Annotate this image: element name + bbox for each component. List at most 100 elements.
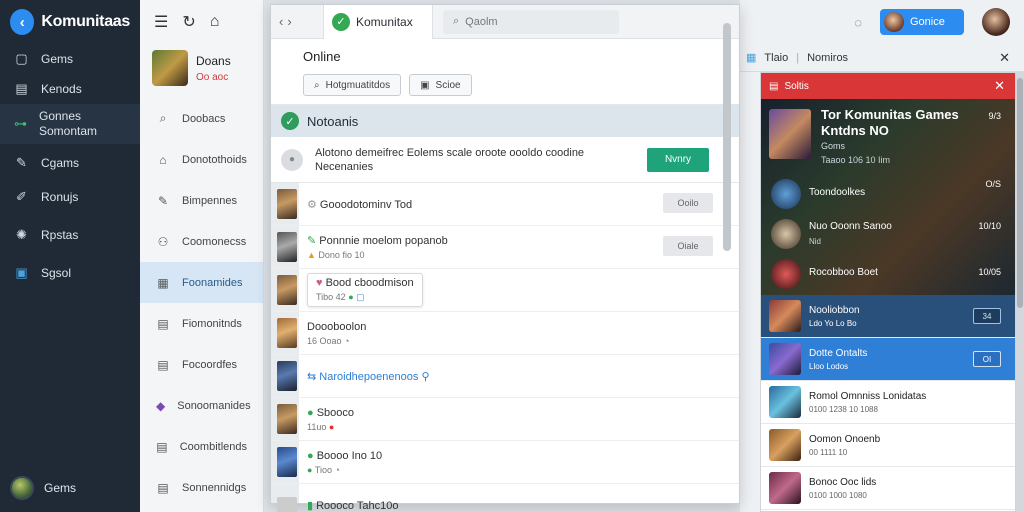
edit-icon: ✐	[16, 189, 27, 204]
secondary-filter-button[interactable]: ▣ Scioe	[409, 74, 472, 96]
forward-icon[interactable]: ›	[287, 14, 291, 29]
feed-title: Bood cboodmison	[325, 277, 414, 289]
feed-item[interactable]: ▮ Roooco Tahc10o	[271, 484, 739, 512]
leaf-icon: ✎	[307, 235, 320, 247]
feed-item[interactable]: Doooboolon 16 Ooao ◔	[271, 312, 739, 355]
feed-title: Sbooco	[316, 406, 355, 419]
feed-item[interactable]: ● Boooo Ino 10 ● Tioo ◔	[271, 441, 739, 484]
doc-icon: ▤	[157, 480, 169, 495]
heart-icon: ♥	[316, 277, 326, 289]
settings-icon[interactable]: ◌	[854, 15, 862, 30]
search-input[interactable]: ⌕ Qaolm	[443, 9, 619, 34]
list-item[interactable]: ⌂ Donotothoids	[140, 139, 263, 180]
alert-action-button[interactable]: Nvnry	[647, 147, 709, 172]
game-list-item[interactable]: Nooliobbon Ldo Yo Lo Bo 34	[761, 295, 1015, 338]
search-placeholder: Qaolm	[465, 15, 498, 28]
profile-name: Doans	[196, 54, 231, 68]
game-action-button[interactable]: OI	[973, 351, 1001, 367]
list-icon: ▤	[769, 80, 779, 92]
game-panel: ▤ Soltis ✕ Tor Komunitas Games Kntdns NO…	[760, 72, 1016, 512]
feed-scrollbar[interactable]	[723, 23, 731, 251]
list-item[interactable]: ▤ Coombitlends	[140, 426, 263, 467]
search-icon: ⌕	[314, 79, 320, 91]
game-meta: Lloo Lodos	[809, 361, 849, 371]
game-action-button[interactable]: 34	[973, 308, 1001, 324]
close-icon[interactable]: ✕	[999, 50, 1010, 66]
feed-item[interactable]: ✎ Ponnnie moelom popanob ▲ Dono fio 10 Oi…	[271, 226, 739, 269]
list-item[interactable]: ▤ Sonnennidgs	[140, 467, 263, 508]
sidebar-item-label: Rpstas	[41, 228, 79, 242]
game-icon	[769, 429, 801, 461]
sidebar-item-rpstas[interactable]: ✺ Rpstas	[0, 220, 140, 250]
sidebar-item-games[interactable]: ⊶ Gonnes Somontam	[0, 104, 140, 144]
primary-filter-button[interactable]: ⌕ Hotgmuatitdos	[303, 74, 402, 96]
gear-icon: ⚙	[307, 198, 320, 211]
banner-row-num: O/S	[985, 179, 1001, 189]
list-item[interactable]: ▤ Fiomonitnds	[140, 303, 263, 344]
history-nav: ‹ ›	[271, 14, 323, 29]
feed-thumbnail	[277, 318, 297, 348]
notices-header[interactable]: ✓ Notoanis	[271, 105, 739, 137]
bar-left-label[interactable]: Tlaio	[764, 52, 788, 64]
feed-title: Gooodotominv Tod	[319, 198, 413, 211]
profile-status: Oo aoc	[196, 72, 229, 83]
back-icon[interactable]: ‹	[279, 14, 283, 29]
clock-icon: ◔	[334, 464, 340, 475]
sidebar-item-sgsol[interactable]: ▣ Sgsol	[0, 258, 140, 288]
tab-komunitax[interactable]: ✓ Komunitax	[323, 4, 433, 39]
sidebar-footer[interactable]: Gems	[10, 476, 76, 500]
feed-meta: Tioo	[314, 464, 332, 475]
list-item[interactable]: ▤ Focoordfes	[140, 344, 263, 385]
banner-row-num: 10/10	[978, 221, 1001, 231]
list-item[interactable]: ⚇ Coomonecss	[140, 221, 263, 262]
close-icon[interactable]: ✕	[994, 78, 1005, 94]
list-item[interactable]: ✎ Bimpennes	[140, 180, 263, 221]
sidebar-item-gems[interactable]: ▢ Gems	[0, 44, 140, 74]
game-list-item[interactable]: Bonoc Ooc lids 0100 1000 1080	[761, 467, 1015, 510]
status-dot-icon: ▮	[307, 499, 317, 512]
feed-action-button[interactable]: Ooilo	[663, 193, 713, 213]
game-list-item[interactable]: Romol Omnniss Lonidatas 0100 1238 10 1088	[761, 381, 1015, 424]
refresh-icon[interactable]: ↻	[182, 12, 195, 32]
sidebar-item-kenods[interactable]: ▤ Kenods	[0, 74, 140, 104]
game-name: Romol Omnniss Lonidatas	[809, 390, 927, 402]
feed-meta: Dono fio 10	[318, 250, 365, 260]
feed-item[interactable]: ⇆ Naroidhepoenenoos ⚲	[271, 355, 739, 398]
profile-avatar[interactable]	[982, 8, 1010, 36]
profile-card[interactable]: Doans Oo aoc	[140, 44, 263, 98]
feed-link[interactable]: Naroidhepoenenoos	[319, 371, 418, 383]
community-panel: ‹ › ✓ Komunitax ⌕ Qaolm Online ⌕ Hotgmua…	[270, 4, 740, 512]
folder-icon[interactable]: ⌂	[210, 13, 220, 31]
scrollbar-thumb[interactable]	[1017, 78, 1023, 308]
game-meta: 0100 1000 1080	[809, 490, 867, 500]
banner-row-label: Toondoolkes	[809, 187, 866, 198]
game-count: 9/3	[988, 111, 1001, 121]
game-banner[interactable]: Tor Komunitas Games Kntdns NO Goms Taaoo…	[761, 99, 1015, 295]
sidebar-item-label: Sgsol	[41, 266, 72, 280]
feed-item[interactable]: ⚙ Gooodotominv Tod Ooilo	[271, 183, 739, 226]
list-item[interactable]: ⌕ Doobacs	[140, 98, 263, 139]
sidebar-item-ronujs[interactable]: ✐ Ronujs	[0, 182, 140, 212]
feed-thumbnail	[277, 275, 297, 305]
game-list-item[interactable]: Oomon Onoenb 00 1111 10	[761, 424, 1015, 467]
list-item-label: Sonoomanides	[177, 399, 251, 412]
user-button[interactable]: Gonice	[880, 9, 964, 35]
list-item[interactable]: ◆ Sonoomanides	[140, 385, 263, 426]
brand[interactable]: ‹ Komunitaas	[0, 0, 140, 44]
feed-item[interactable]: ● Sbooco 11uo ●	[271, 398, 739, 441]
sidebar-item-cgams[interactable]: ✎ Cgams	[0, 148, 140, 178]
game-list-item-selected[interactable]: Dotte Ontalts Lloo Lodos OI	[761, 338, 1015, 381]
bar-right-label[interactable]: Nomiros	[807, 52, 848, 64]
feed-thumbnail	[277, 404, 297, 434]
tab-bar: ‹ › ✓ Komunitax ⌕ Qaolm	[271, 4, 739, 39]
game-icon	[769, 386, 801, 418]
feed-item[interactable]: ♥ Bood cboodmison Tibo 42 ● ▢	[271, 269, 739, 312]
page-scrollbar[interactable]	[1016, 72, 1024, 512]
menu-icon[interactable]: ☰	[154, 12, 168, 32]
game-icon	[769, 343, 801, 375]
clock-icon: ◔	[344, 335, 350, 346]
feed-action-button[interactable]: Oiale	[663, 236, 713, 256]
list-item-selected[interactable]: ▦ Foonamides	[140, 262, 263, 303]
avatar	[10, 476, 34, 500]
list-item-label: Donotothoids	[182, 153, 247, 166]
